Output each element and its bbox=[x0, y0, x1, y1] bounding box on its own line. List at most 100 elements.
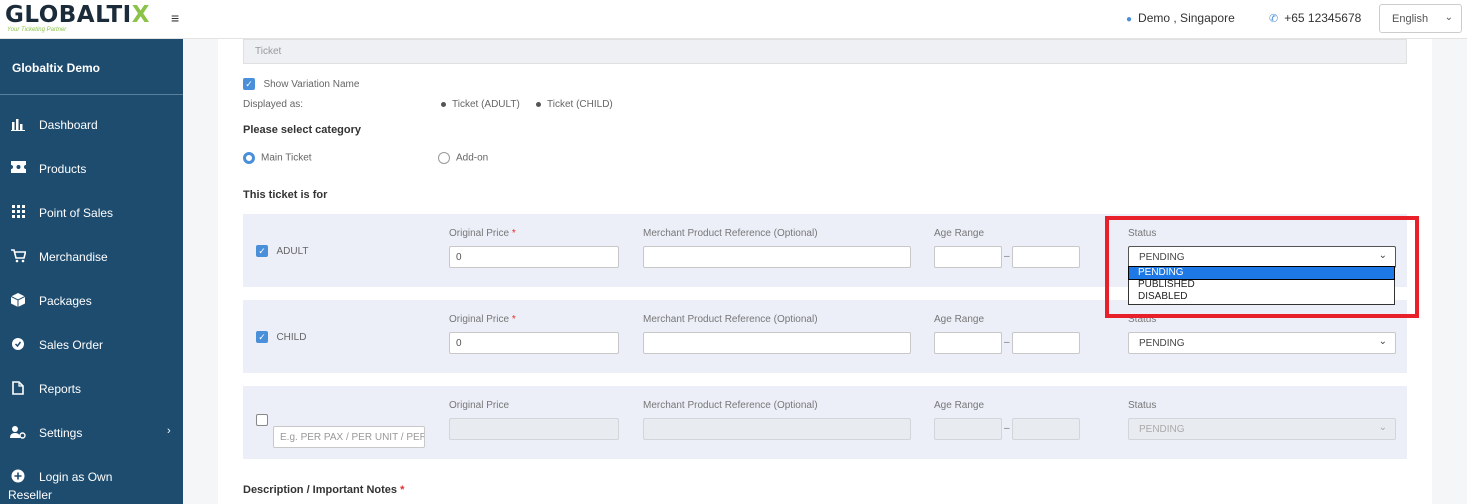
bullet-icon bbox=[441, 101, 446, 107]
sidebar: Globaltix Demo Dashboard Products Point … bbox=[0, 39, 183, 504]
chevron-down-icon: ⌄ bbox=[1378, 336, 1387, 347]
phone-icon: ✆ bbox=[1269, 13, 1279, 25]
original-price-input[interactable]: 0 bbox=[449, 332, 619, 354]
phone-label: +65 12345678 bbox=[1284, 11, 1362, 25]
description-heading: Description / Important Notes * bbox=[243, 484, 405, 496]
custom-row-checkbox[interactable] bbox=[256, 414, 268, 426]
sidebar-item-merchandise[interactable]: Merchandise bbox=[0, 235, 183, 279]
age-range-dash: – bbox=[1004, 423, 1010, 434]
merchant-ref-label: Merchant Product Reference (Optional) bbox=[643, 228, 818, 239]
sidebar-brand: Globaltix Demo bbox=[0, 39, 183, 95]
status-select[interactable]: PENDING ⌄ bbox=[1128, 246, 1396, 268]
chevron-down-icon: ⌄ bbox=[1444, 12, 1453, 23]
bar-chart-icon bbox=[10, 117, 26, 133]
displayed-as-adult: Ticket (ADULT) bbox=[441, 99, 520, 110]
age-range-label: Age Range bbox=[934, 400, 985, 411]
user-label: Demo , Singapore bbox=[1138, 11, 1235, 25]
user-info[interactable]: ● Demo , Singapore bbox=[1126, 11, 1235, 25]
status-value: PENDING bbox=[1139, 338, 1185, 349]
merchant-ref-label: Merchant Product Reference (Optional) bbox=[643, 314, 818, 325]
age-max-input[interactable] bbox=[1012, 246, 1080, 268]
radio-selected-icon bbox=[243, 152, 255, 164]
row-name-label: ADULT bbox=[276, 246, 309, 257]
chevron-down-icon: ⌄ bbox=[1378, 422, 1387, 433]
age-range-dash: – bbox=[1004, 337, 1010, 348]
age-max-input[interactable] bbox=[1012, 332, 1080, 354]
sidebar-item-label: Packages bbox=[39, 294, 92, 308]
globaltix-logo[interactable]: GLOBALTIX Your Ticketing Partner bbox=[5, 3, 155, 35]
grid-icon bbox=[10, 205, 26, 221]
age-range-label: Age Range bbox=[934, 228, 985, 239]
category-main-ticket-radio[interactable]: Main Ticket bbox=[243, 152, 312, 164]
chevron-down-icon: ⌄ bbox=[1378, 250, 1387, 261]
age-range-dash: – bbox=[1004, 251, 1010, 262]
ticket-icon bbox=[10, 161, 26, 177]
status-select[interactable]: PENDING ⌄ bbox=[1128, 418, 1396, 440]
sidebar-item-reports[interactable]: Reports bbox=[0, 367, 183, 411]
hamburger-icon[interactable]: ≡ bbox=[171, 10, 179, 26]
sidebar-item-sales-order[interactable]: Sales Order bbox=[0, 323, 183, 367]
custom-row-name-input[interactable]: E.g. PER PAX / PER UNIT / PER bbox=[273, 426, 425, 448]
checkbox-checked-icon: ✓ bbox=[256, 245, 268, 257]
merchant-ref-label: Merchant Product Reference (Optional) bbox=[643, 400, 818, 411]
sidebar-item-packages[interactable]: Packages bbox=[0, 279, 183, 323]
status-select[interactable]: PENDING ⌄ bbox=[1128, 332, 1396, 354]
ticket-row-custom: E.g. PER PAX / PER UNIT / PER Original P… bbox=[243, 386, 1407, 459]
status-value: PENDING bbox=[1139, 424, 1185, 435]
status-option-published[interactable]: PUBLISHED bbox=[1129, 279, 1394, 291]
sidebar-item-login-as-reseller[interactable]: Login as Own Reseller bbox=[0, 455, 183, 504]
sidebar-item-label: Merchandise bbox=[39, 250, 108, 264]
displayed-as-label: Displayed as: bbox=[243, 99, 304, 110]
language-select[interactable]: English ⌄ bbox=[1379, 4, 1462, 33]
original-price-input[interactable]: 0 bbox=[449, 246, 619, 268]
sidebar-item-label: Login as Own bbox=[39, 470, 113, 484]
original-price-label: Original Price bbox=[449, 400, 510, 411]
chevron-right-icon: › bbox=[167, 425, 171, 437]
status-option-pending[interactable]: PENDING bbox=[1128, 266, 1395, 280]
merchant-ref-input[interactable] bbox=[643, 246, 911, 268]
row-name-label: CHILD bbox=[276, 332, 307, 343]
cart-icon bbox=[10, 249, 27, 265]
ticket-for-heading: This ticket is for bbox=[243, 189, 328, 201]
sidebar-item-label: Sales Order bbox=[39, 338, 104, 352]
sidebar-item-label: Products bbox=[39, 162, 87, 176]
status-dropdown-list: PENDING PUBLISHED DISABLED bbox=[1128, 266, 1395, 305]
checkbox-checked-icon: ✓ bbox=[256, 331, 268, 343]
displayed-as-child: Ticket (CHILD) bbox=[536, 99, 613, 110]
ticket-row-child: ✓ CHILD Original Price * 0 Merchant Prod… bbox=[243, 300, 1407, 373]
merchant-ref-input[interactable] bbox=[643, 332, 911, 354]
show-variation-label: Show Variation Name bbox=[263, 79, 360, 90]
ticket-name-input[interactable]: Ticket bbox=[243, 39, 1407, 64]
age-min-input[interactable] bbox=[934, 332, 1002, 354]
age-min-input[interactable] bbox=[934, 418, 1002, 440]
adult-checkbox[interactable]: ✓ ADULT bbox=[256, 241, 309, 259]
child-checkbox[interactable]: ✓ CHILD bbox=[256, 327, 306, 345]
age-max-input[interactable] bbox=[1012, 418, 1080, 440]
sidebar-item-products[interactable]: Products bbox=[0, 147, 183, 191]
sidebar-item-label: Settings bbox=[39, 426, 83, 440]
document-icon bbox=[10, 381, 26, 397]
sidebar-item-label: Dashboard bbox=[39, 118, 98, 132]
sidebar-item-label-line2: Reseller bbox=[8, 488, 53, 502]
sidebar-item-dashboard[interactable]: Dashboard bbox=[0, 103, 183, 147]
language-value: English bbox=[1392, 13, 1429, 25]
checkbox-checked-icon[interactable]: ✓ bbox=[243, 78, 255, 90]
logo-text: GLOBALTIX bbox=[5, 2, 150, 28]
original-price-input[interactable] bbox=[449, 418, 619, 440]
status-option-disabled[interactable]: DISABLED bbox=[1129, 291, 1394, 303]
phone-info: ✆ +65 12345678 bbox=[1269, 11, 1361, 25]
plus-circle-icon bbox=[10, 469, 26, 485]
user-icon: ● bbox=[1126, 14, 1133, 25]
original-price-label: Original Price * bbox=[449, 314, 516, 325]
box-icon bbox=[10, 293, 26, 309]
age-range-label: Age Range bbox=[934, 314, 985, 325]
status-label: Status bbox=[1128, 400, 1157, 411]
sidebar-item-settings[interactable]: Settings › bbox=[0, 411, 183, 455]
category-add-on-radio[interactable]: Add-on bbox=[438, 152, 488, 164]
sidebar-item-point-of-sales[interactable]: Point of Sales bbox=[0, 191, 183, 235]
age-min-input[interactable] bbox=[934, 246, 1002, 268]
status-label: Status bbox=[1128, 314, 1157, 325]
sidebar-item-label: Reports bbox=[39, 382, 82, 396]
show-variation-name-field[interactable]: ✓ Show Variation Name bbox=[243, 74, 359, 92]
merchant-ref-input[interactable] bbox=[643, 418, 911, 440]
